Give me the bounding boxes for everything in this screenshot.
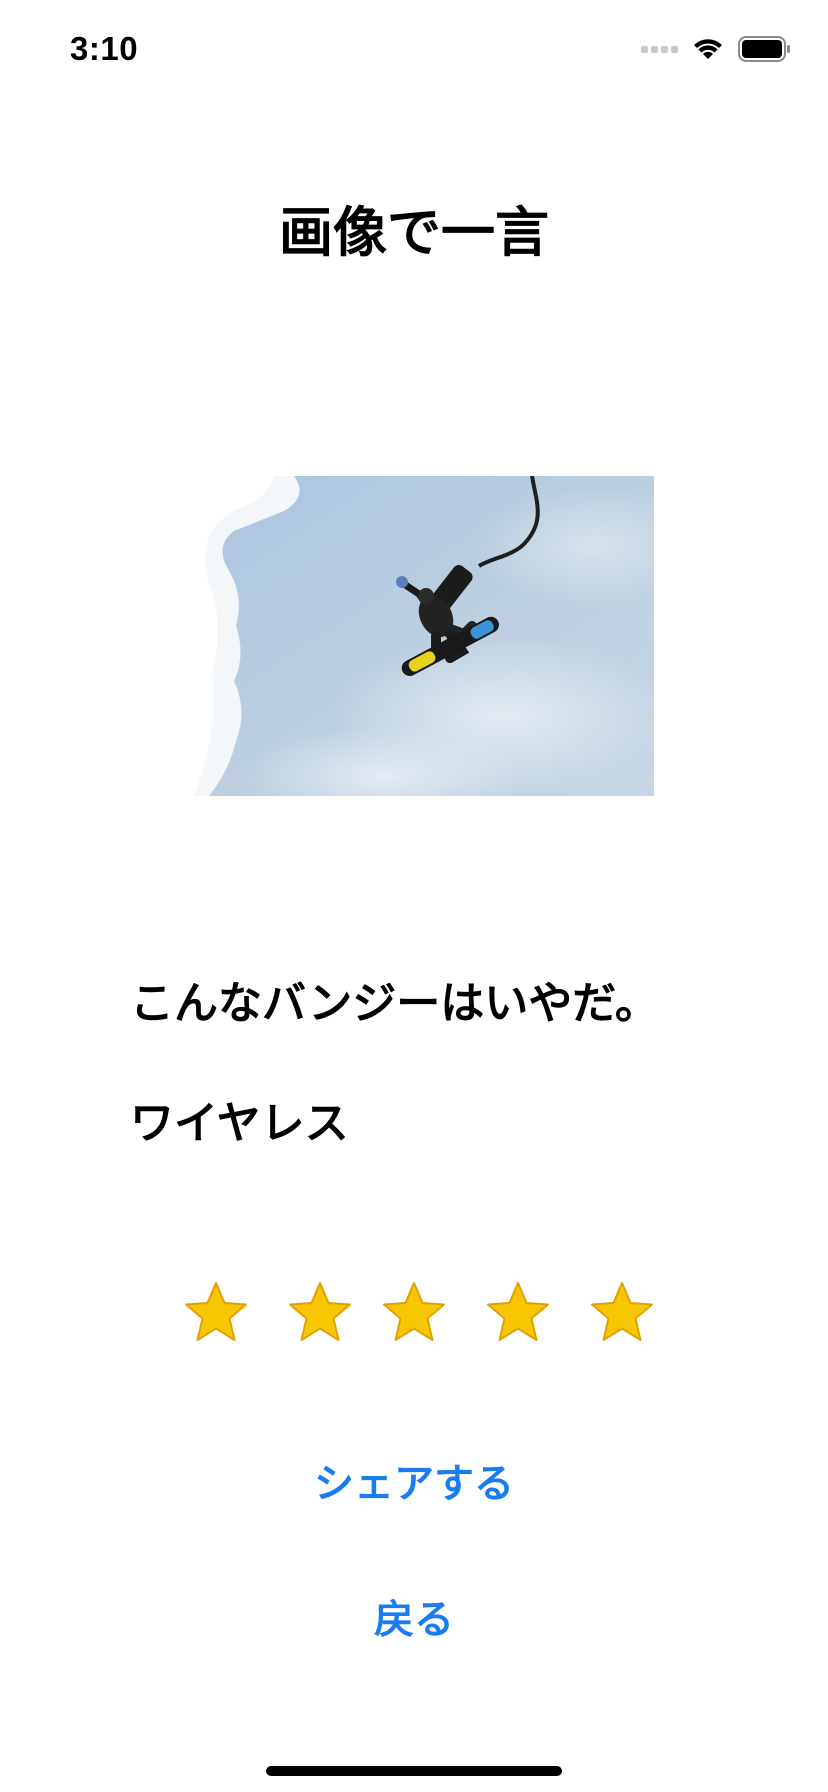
battery-icon xyxy=(738,36,792,62)
caption-text: こんなバンジーはいやだ。 xyxy=(130,978,659,1029)
status-icons xyxy=(641,36,792,62)
star-icon-2[interactable] xyxy=(287,1280,353,1346)
home-indicator xyxy=(266,1766,562,1776)
status-time: 3:10 xyxy=(70,30,139,67)
star-icon-3[interactable] xyxy=(381,1280,447,1346)
star-rating[interactable] xyxy=(0,1280,828,1350)
page-title: 画像で一言 xyxy=(279,201,549,264)
wifi-icon xyxy=(692,37,724,61)
bungee-photo xyxy=(174,476,654,796)
share-button[interactable]: シェアする xyxy=(0,1456,828,1512)
star-icon-1[interactable] xyxy=(183,1280,249,1346)
star-icon-4[interactable] xyxy=(485,1280,551,1346)
author-name: ワイヤレス xyxy=(130,1098,349,1149)
signal-icon xyxy=(641,45,678,53)
back-button[interactable]: 戻る xyxy=(0,1592,828,1648)
star-icon-5[interactable] xyxy=(589,1280,655,1346)
